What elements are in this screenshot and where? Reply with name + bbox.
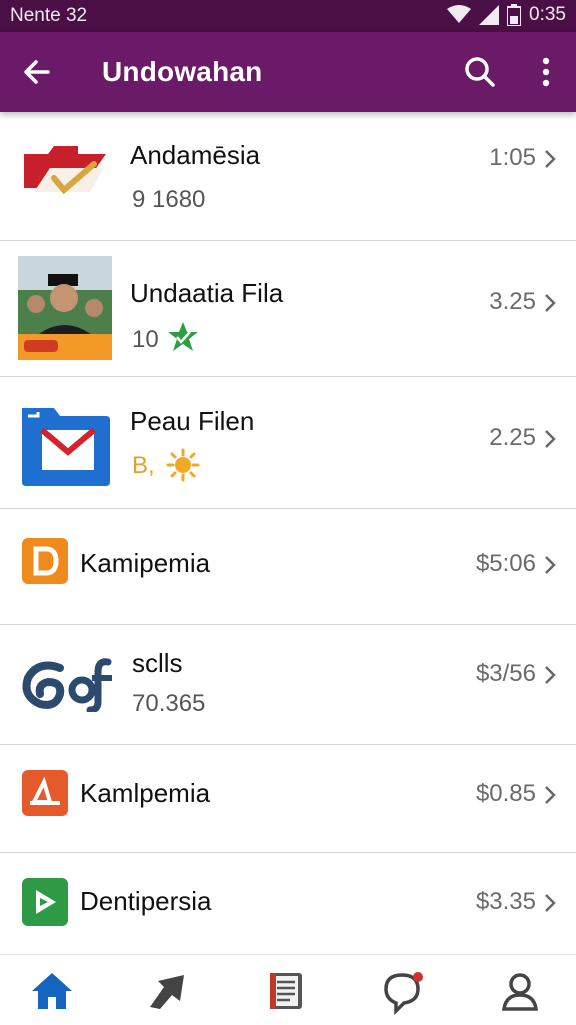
book-icon[interactable] bbox=[262, 967, 310, 1015]
chevron-right-icon bbox=[545, 556, 556, 574]
item-title: sclls bbox=[132, 648, 183, 678]
chevron-right-icon bbox=[545, 894, 556, 912]
list-item[interactable]: sclls 70.365 $3/56 bbox=[0, 624, 576, 745]
more-vert-icon[interactable] bbox=[526, 52, 566, 92]
home-icon[interactable] bbox=[28, 967, 76, 1015]
bottom-navigation bbox=[0, 954, 576, 1025]
blue-mail-folder-icon bbox=[22, 408, 110, 486]
item-meta: $5:06 bbox=[475, 550, 536, 577]
blue-spiral-logo-icon bbox=[22, 658, 112, 712]
app-bar: Undowahan bbox=[0, 32, 576, 112]
item-subtitle: 9 1680 bbox=[132, 186, 206, 213]
item-meta: $3/56 bbox=[475, 660, 536, 687]
list-item[interactable]: Kamlpemia $0.85 bbox=[0, 744, 576, 853]
sun-icon bbox=[166, 448, 200, 482]
orange-d-app-icon bbox=[22, 538, 68, 584]
notification-bubble-icon[interactable] bbox=[378, 967, 426, 1015]
item-title: Peau Filen bbox=[130, 406, 255, 436]
clock-label: 0:35 bbox=[529, 4, 566, 25]
page-title: Undowahan bbox=[102, 56, 263, 87]
photo-thumbnail bbox=[18, 256, 112, 360]
list-item[interactable]: Kamipemia $5:06 bbox=[0, 508, 576, 625]
item-meta: 3.25 bbox=[489, 288, 536, 315]
red-check-folder-icon bbox=[24, 146, 106, 195]
green-play-app-icon bbox=[22, 878, 68, 926]
list-item[interactable]: Andamēsia 9 1680 1:05 bbox=[0, 112, 576, 241]
wifi-icon bbox=[447, 5, 472, 23]
item-meta: 2.25 bbox=[489, 424, 536, 451]
item-meta: $3.35 bbox=[475, 888, 536, 915]
orange-a-app-icon bbox=[22, 770, 68, 816]
status-bar: Nente 32 0:35 bbox=[0, 0, 576, 32]
item-subtitle: 70.365 bbox=[132, 690, 206, 717]
item-title: Undaatia Fila bbox=[130, 278, 284, 308]
chevron-right-icon bbox=[545, 666, 556, 684]
battery-icon bbox=[507, 4, 522, 26]
share-arrow-icon[interactable] bbox=[144, 967, 192, 1015]
status-icons: 0:35 bbox=[447, 4, 566, 26]
chevron-right-icon bbox=[545, 150, 556, 168]
chevron-right-icon bbox=[545, 430, 556, 448]
item-title: Kamipemia bbox=[80, 548, 211, 578]
green-star-badge-icon bbox=[168, 322, 198, 351]
list-item[interactable]: Peau Filen B, 2.25 bbox=[0, 376, 576, 509]
item-meta: $0.85 bbox=[475, 780, 536, 807]
carrier-label: Nente 32 bbox=[10, 5, 88, 26]
item-title: Kamlpemia bbox=[80, 778, 211, 808]
signal-icon bbox=[479, 5, 500, 25]
item-subtitle: 10 bbox=[132, 326, 159, 353]
chevron-right-icon bbox=[545, 786, 556, 804]
list-item[interactable]: Undaatia Fila 10 3.25 bbox=[0, 240, 576, 377]
list-item[interactable]: Dentipersia $3.35 bbox=[0, 852, 576, 954]
search-icon[interactable] bbox=[460, 52, 500, 92]
item-subtitle: B, bbox=[132, 452, 155, 479]
chevron-right-icon bbox=[545, 294, 556, 312]
item-meta: 1:05 bbox=[489, 144, 536, 171]
profile-icon[interactable] bbox=[496, 967, 544, 1015]
arrow-back-icon[interactable] bbox=[18, 52, 58, 92]
item-title: Dentipersia bbox=[80, 886, 212, 916]
item-title: Andamēsia bbox=[130, 140, 261, 170]
